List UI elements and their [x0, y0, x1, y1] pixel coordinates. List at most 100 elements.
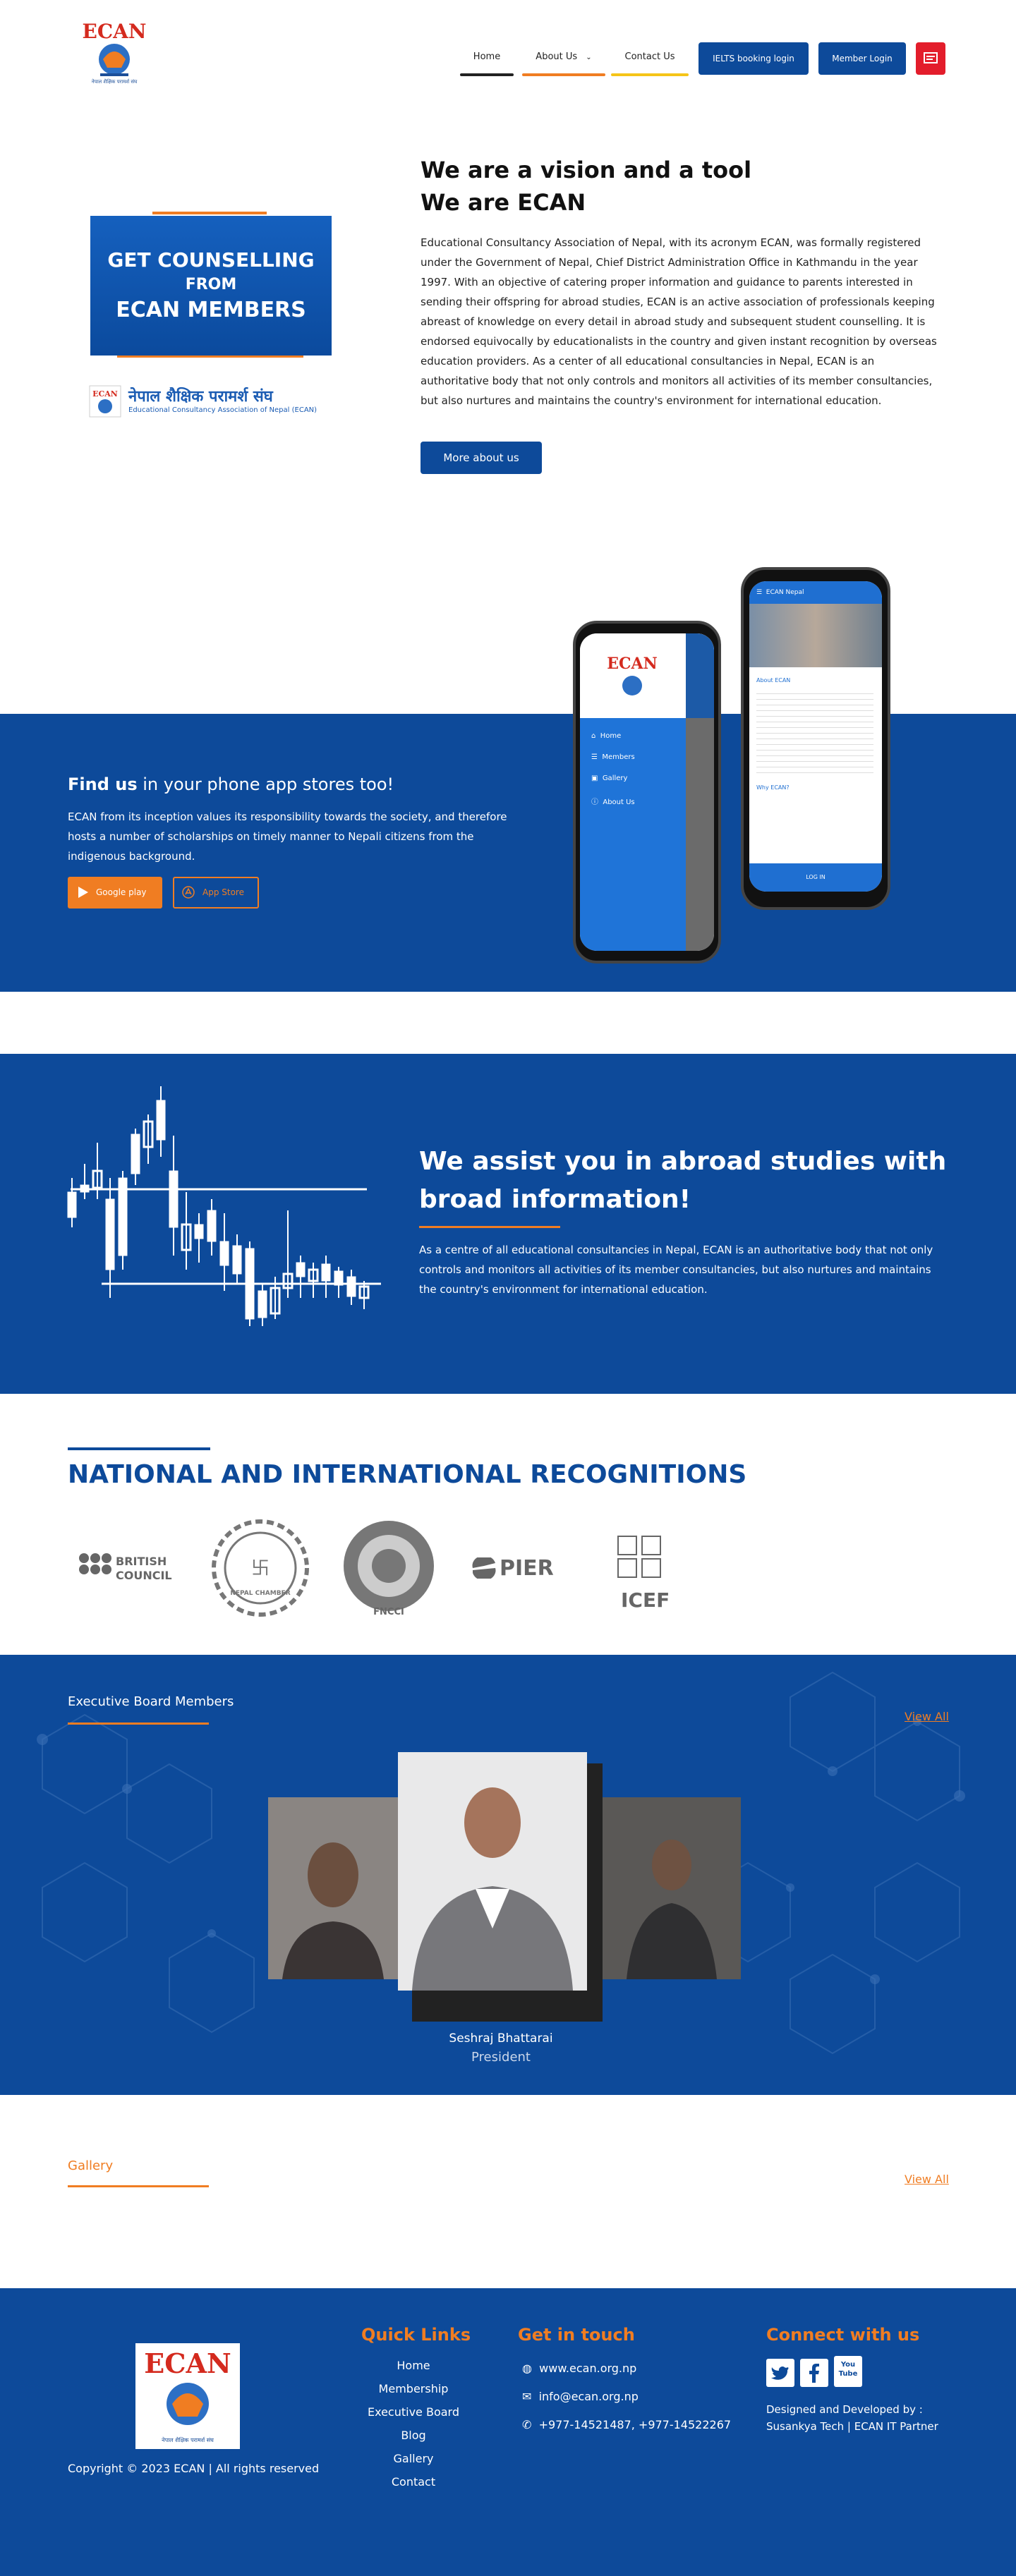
phone-2-content: About ECAN Why ECAN? — [749, 667, 882, 863]
banner-ecan-logo: ECAN नेपाल शैक्षिक परामर्श संघ Education… — [89, 385, 336, 420]
footer-link-executive-board[interactable]: Executive Board — [353, 2405, 474, 2429]
banner-top-line — [152, 212, 267, 214]
svg-text:ECAN: ECAN — [607, 655, 657, 673]
person-icon — [268, 1797, 398, 1979]
twitter-bird-icon — [771, 2366, 789, 2380]
phone-2-header: ☰ ECAN Nepal — [749, 581, 882, 604]
footer-website[interactable]: ◍ www.ecan.org.np — [522, 2362, 636, 2375]
fncci-logo: FNCCI — [337, 1517, 440, 1620]
gallery-divider — [68, 2185, 209, 2187]
svg-text:卐: 卐 — [251, 1558, 270, 1579]
nepal-chamber-icon: 卐 — [212, 1519, 309, 1617]
designed-by-line1: Designed and Developed by : — [766, 2403, 923, 2416]
nav-home-label: Home — [473, 51, 501, 62]
phone-menu-about-label: About Us — [603, 798, 635, 806]
ecan-small-logo-icon: ECAN — [89, 385, 121, 418]
twitter-icon[interactable] — [766, 2359, 794, 2387]
member-login-button[interactable]: Member Login — [818, 42, 906, 75]
nepal-chamber-logo: 卐 NEPAL CHAMBER — [209, 1517, 312, 1620]
footer-link-contact[interactable]: Contact — [353, 2475, 474, 2498]
more-about-button[interactable]: More about us — [421, 442, 542, 474]
pier-icon — [472, 1557, 496, 1579]
play-icon — [78, 887, 88, 898]
banner-line3: ECAN MEMBERS — [116, 298, 306, 322]
board-view-all-link[interactable]: View All — [905, 1710, 949, 1723]
app-title: Find us in your phone app stores too! — [68, 774, 394, 794]
get-in-touch-title: Get in touch — [518, 2325, 635, 2345]
phone-2-group-photo — [749, 604, 882, 667]
gallery-view-all-link[interactable]: View All — [905, 2173, 949, 2186]
app-store-label: App Store — [202, 887, 244, 897]
ielts-booking-button[interactable]: IELTS booking login — [698, 42, 809, 75]
icef-logo: ICEF — [611, 1517, 682, 1620]
footer-link-blog[interactable]: Blog — [353, 2429, 474, 2452]
chevron-down-icon: ⌄ — [586, 54, 592, 61]
footer-logo-subtitle: नेपाल शैक्षिक परामर्श संघ — [162, 2437, 214, 2443]
home-icon: ⌂ — [591, 732, 596, 740]
banner-logo-np: नेपाल शैक्षिक परामर्श संघ — [128, 388, 273, 406]
youtube-icon[interactable]: You Tube — [834, 2356, 862, 2387]
app-store-button[interactable]: App Store — [173, 877, 259, 909]
phone-menu-members[interactable]: ☰ Members — [591, 753, 635, 761]
designed-by-line2[interactable]: Susankya Tech | ECAN IT Partner — [766, 2418, 938, 2435]
footer-email[interactable]: ✉ info@ecan.org.np — [522, 2390, 639, 2403]
nav-home-underline — [460, 73, 514, 76]
nav-about-underline — [522, 73, 605, 76]
app-title-rest: in your phone app stores too! — [137, 774, 394, 794]
nav-contact-label: Contact Us — [624, 51, 675, 62]
footer-link-home[interactable]: Home — [353, 2359, 474, 2382]
phone-mockup-2: ☰ ECAN Nepal About ECAN Why ECAN? LOG IN — [741, 567, 890, 910]
news-button[interactable] — [916, 42, 945, 75]
phone-1-logo-area: ECAN — [580, 633, 714, 718]
footer-logo[interactable]: ECAN नेपाल शैक्षिक परामर्श संघ — [135, 2343, 240, 2449]
phone-2-login[interactable]: LOG IN — [749, 863, 882, 892]
nav-home[interactable]: Home — [460, 44, 514, 76]
globe-icon: ◍ — [522, 2362, 532, 2375]
member-photo-left[interactable] — [268, 1797, 398, 1979]
phone-1-menu: ⌂ Home ☰ Members ▣ Gallery ⓘ About Us — [580, 718, 686, 951]
facebook-icon[interactable] — [800, 2359, 828, 2387]
phone-2-screen: ☰ ECAN Nepal About ECAN Why ECAN? LOG IN — [749, 581, 882, 892]
assist-title: We assist you in abroad studies with bro… — [419, 1147, 947, 1214]
envelope-icon: ✉ — [522, 2390, 532, 2403]
designed-by: Designed and Developed by : Susankya Tec… — [766, 2401, 938, 2435]
gallery-label: Gallery — [68, 2158, 114, 2173]
phone-menu-home[interactable]: ⌂ Home — [591, 732, 621, 740]
header-logo-subtitle: नेपाल शैक्षिक परामर्श संघ — [91, 79, 138, 85]
fncci-icon — [344, 1521, 434, 1611]
pier-logo: PIER — [468, 1517, 567, 1620]
svg-text:ECAN: ECAN — [83, 20, 147, 43]
phone-menu-members-label: Members — [602, 753, 635, 761]
nepal-chamber-label: NEPAL CHAMBER — [230, 1590, 291, 1597]
banner-line1: GET COUNSELLING — [107, 248, 315, 272]
member-name: Seshraj Bhattarai — [449, 2031, 553, 2046]
phone-2-header-title: ECAN Nepal — [766, 589, 804, 596]
footer-phone[interactable]: ✆ +977-14521487, +977-14522267 — [522, 2418, 731, 2431]
footer-link-membership[interactable]: Membership — [353, 2382, 474, 2405]
phone-menu-gallery[interactable]: ▣ Gallery — [591, 774, 627, 782]
nav-contact[interactable]: Contact Us — [611, 44, 689, 76]
footer: ECAN नेपाल शैक्षिक परामर्श संघ Copyright… — [0, 2288, 1016, 2576]
gallery-icon: ▣ — [591, 774, 598, 782]
nav-about[interactable]: About Us ⌄ — [522, 44, 605, 76]
phone-menu-about[interactable]: ⓘ About Us — [591, 796, 635, 806]
phone-icon: ✆ — [522, 2418, 532, 2431]
assist-divider — [419, 1226, 560, 1228]
footer-email-label: info@ecan.org.np — [538, 2390, 639, 2403]
info-icon: ⓘ — [591, 798, 598, 806]
recognitions-divider — [68, 1447, 210, 1450]
connect-title: Connect with us — [766, 2325, 920, 2345]
member-photo-main[interactable] — [398, 1752, 587, 1991]
about-paragraph: Educational Consultancy Association of N… — [421, 236, 937, 407]
member-photo-right[interactable] — [603, 1797, 741, 1979]
footer-link-gallery[interactable]: Gallery — [353, 2452, 474, 2475]
google-play-button[interactable]: Google play — [68, 877, 162, 909]
person-icon — [603, 1797, 741, 1979]
quick-links-title: Quick Links — [361, 2325, 471, 2345]
app-store-icon — [182, 886, 195, 899]
members-icon: ☰ — [591, 753, 598, 761]
recognitions-title: NATIONAL AND INTERNATIONAL RECOGNITIONS — [68, 1460, 747, 1489]
counselling-banner: GET COUNSELLING FROM ECAN MEMBERS — [90, 216, 332, 356]
fncci-label: FNCCI — [373, 1607, 404, 1617]
youtube-label: You Tube — [838, 2361, 858, 2378]
